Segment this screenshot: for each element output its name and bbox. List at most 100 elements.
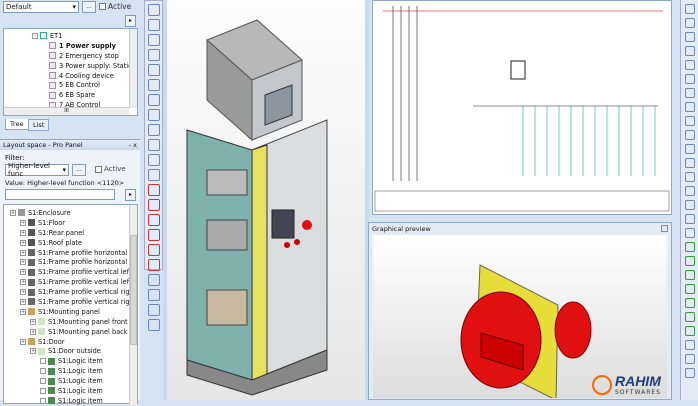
layout-tree-item[interactable]: + S1:Mounting panel front [4,317,137,327]
schematic-view[interactable] [372,0,672,215]
filter-select[interactable]: Default ▾ [3,1,79,13]
layout-tree-item[interactable]: + S1:Rear panel [4,228,137,238]
tool-icon[interactable] [684,116,695,126]
tool-icon[interactable] [147,94,160,106]
preview-canvas[interactable]: RAHIM SOFTWARES [373,235,667,401]
tool-icon[interactable] [684,186,695,196]
tool-icon[interactable] [684,172,695,182]
3d-layout-view[interactable] [167,0,365,400]
tool-icon[interactable] [147,64,160,76]
logic-icon [48,397,55,405]
tool-icon[interactable] [147,289,160,301]
tool-icon[interactable] [684,144,695,154]
tool-icon[interactable] [684,242,695,252]
layout-tree-item[interactable]: + S1:Mounting panel back [4,327,137,337]
tool-icon[interactable] [147,229,160,241]
filter-label: Filter: [5,154,25,162]
layout-tree-item[interactable]: S1:Logic item [4,376,137,386]
tool-icon[interactable] [147,199,160,211]
layout-tree-item[interactable]: + S1:Floor [4,218,137,228]
layout-tree-item[interactable]: + S1:Frame profile horizontal fic [4,248,137,258]
filter-apply-button[interactable]: ▸ [125,15,136,27]
restore-icon[interactable] [661,225,668,232]
tool-icon[interactable] [684,256,695,266]
tree-item[interactable]: 6 EB Spare [4,90,137,100]
tool-icon[interactable] [147,124,160,136]
tool-icon[interactable] [684,354,695,364]
layout-tree-item[interactable]: S1:Logic item [4,356,137,366]
tool-icon[interactable] [147,214,160,226]
horizontal-scrollbar[interactable]: III [4,107,129,115]
function-icon [49,52,56,60]
layout-tree-item[interactable]: S1:Logic item [4,366,137,376]
close-icon[interactable]: - x [129,141,137,149]
tool-icon[interactable] [147,109,160,121]
layout-tree-item[interactable]: + S1:Frame profile vertical right [4,297,137,307]
tool-icon[interactable] [684,130,695,140]
tool-icon[interactable] [684,200,695,210]
tool-icon[interactable] [684,340,695,350]
tool-icon[interactable] [684,228,695,238]
tool-icon[interactable] [147,49,160,61]
layout-more-button[interactable]: ... [72,164,86,176]
vertical-scrollbar[interactable] [129,29,137,108]
tool-icon[interactable] [147,4,160,16]
tool-icon[interactable] [684,326,695,336]
tool-icon[interactable] [147,244,160,256]
schematic-drawing [374,6,670,212]
tree-item[interactable]: 5 EB Control [4,80,137,90]
active-checkbox[interactable]: Active [98,2,133,11]
watermark-logo-icon [591,374,612,395]
tool-icon[interactable] [684,298,695,308]
tool-icon[interactable] [684,158,695,168]
tool-icon[interactable] [684,32,695,42]
layout-tree-item[interactable]: S1:Logic item [4,386,137,396]
vertical-scrollbar[interactable] [129,205,137,405]
tab-list[interactable]: List [28,119,50,131]
layout-tree-item[interactable]: S1:Logic item [4,396,137,406]
layout-tree-item[interactable]: + S1:Roof plate [4,238,137,248]
tool-icon[interactable] [147,319,160,331]
layout-tree-item[interactable]: + S1:Door outside [4,346,137,356]
layout-tree-item[interactable]: + S1:Mounting panel [4,307,137,317]
layout-active-checkbox[interactable]: Active [95,165,126,173]
layout-tree-item[interactable]: + S1:Frame profile vertical right [4,287,137,297]
tool-icon[interactable] [684,368,695,378]
layout-tree-item[interactable]: + S1:Enclosure [4,208,137,218]
tree-root[interactable]: - ET1 [4,31,137,41]
tool-icon[interactable] [684,46,695,56]
layout-tree-item[interactable]: + S1:Frame profile vertical left fr [4,267,137,277]
tool-icon[interactable] [684,102,695,112]
tool-icon[interactable] [147,259,160,271]
tab-tree[interactable]: Tree [5,119,29,130]
tool-icon[interactable] [147,34,160,46]
tool-icon[interactable] [147,274,160,286]
tool-icon[interactable] [684,284,695,294]
tool-icon[interactable] [147,139,160,151]
tool-icon[interactable] [684,60,695,70]
layout-tree-item[interactable]: + S1:Door [4,337,137,347]
tool-icon[interactable] [147,304,160,316]
layout-tree-item[interactable]: + S1:Frame profile vertical left b [4,277,137,287]
tree-item[interactable]: 4 Cooling device [4,71,137,81]
layout-tree-item[interactable]: + S1:Frame profile horizontal cc [4,257,137,267]
more-button[interactable]: ... [82,1,96,13]
tool-icon[interactable] [684,312,695,322]
tool-icon[interactable] [147,79,160,91]
tool-icon[interactable] [147,19,160,31]
tool-icon[interactable] [147,154,160,166]
tree-item[interactable]: 1 Power supply [4,41,137,51]
tool-icon[interactable] [147,184,160,196]
tool-icon[interactable] [147,169,160,181]
value-apply-button[interactable]: ▸ [125,189,136,201]
tool-icon[interactable] [684,270,695,280]
tree-item[interactable]: 2 Emergency stop [4,51,137,61]
layout-filter-select[interactable]: Higher-level func ▾ [5,162,69,178]
value-input[interactable] [5,189,115,200]
tool-icon[interactable] [684,88,695,98]
tool-icon[interactable] [684,74,695,84]
tool-icon[interactable] [684,4,695,14]
tool-icon[interactable] [684,18,695,28]
tree-item[interactable]: 3 Power supply: Statio [4,61,137,71]
tool-icon[interactable] [684,214,695,224]
